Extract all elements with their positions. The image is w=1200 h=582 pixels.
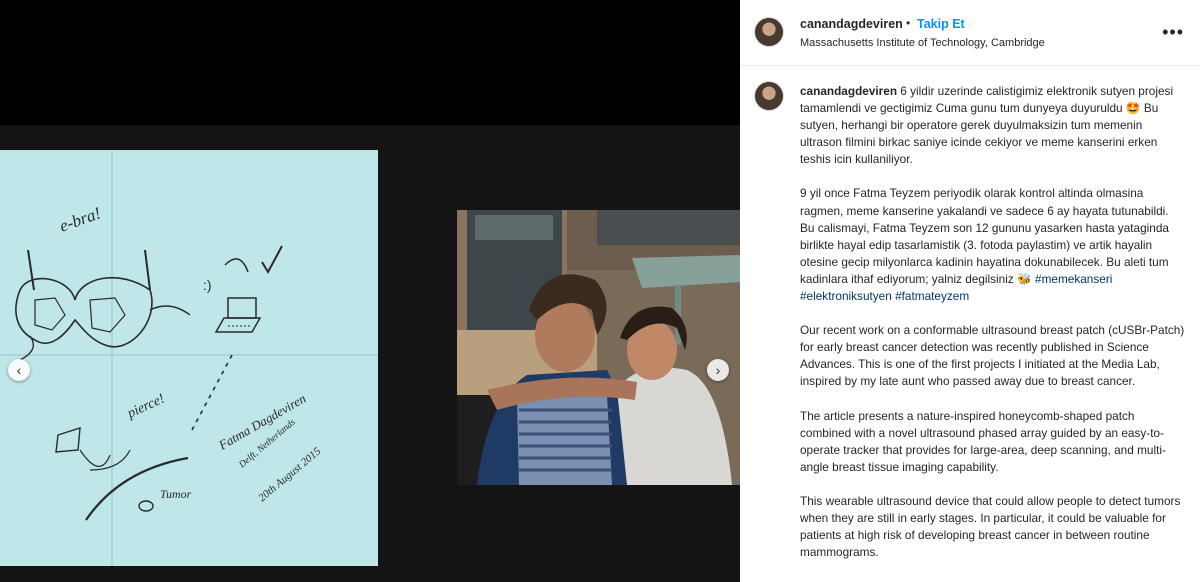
pierce-label: pierce! — [124, 391, 167, 422]
caption-paragraph-en-2: The article presents a nature-inspired h… — [800, 408, 1166, 474]
hashtag-link[interactable]: #fatmateyzem — [895, 289, 969, 303]
photo-scene — [457, 210, 740, 485]
separator-dot: • — [906, 16, 911, 30]
caption-paragraph-en-3: This wearable ultrasound device that cou… — [800, 493, 1181, 560]
follow-button[interactable]: Takip Et — [917, 17, 965, 31]
portrait-photo — [457, 210, 740, 485]
post-sidebar: canandagdeviren • Takip Et Massachusetts… — [740, 0, 1200, 582]
signature-date: 20th August 2015 — [256, 445, 323, 504]
caption-avatar[interactable] — [754, 81, 784, 111]
location-link[interactable]: Massachusetts Institute of Technology, C… — [800, 37, 1045, 49]
caption-text-2: 9 yil once Fatma Teyzem periyodik olarak… — [800, 186, 1169, 286]
sketch-image: e-bra! :) pierce! Tumor Fatma Dagdeviren… — [0, 150, 378, 566]
hashtag-link[interactable]: #elektroniksutyen — [800, 289, 892, 303]
ebra-label: e-bra! — [57, 203, 103, 235]
caption-paragraph-en-1: Our recent work on a conformable ultraso… — [800, 323, 1185, 389]
author-username[interactable]: canandagdeviren — [800, 17, 903, 31]
caption-paragraph-tr-1: canandagdeviren 6 yildir uzerinde calist… — [800, 83, 1186, 168]
tumor-label: Tumor — [160, 487, 192, 501]
more-options-icon[interactable]: ••• — [1162, 22, 1184, 43]
sketch-drawing: e-bra! :) pierce! Tumor Fatma Dagdeviren… — [0, 150, 378, 566]
smile-doodle: :) — [203, 277, 212, 293]
avatar[interactable] — [754, 17, 784, 47]
hashtag-link[interactable]: #memekanseri — [1035, 272, 1112, 286]
caption-username[interactable]: canandagdeviren — [800, 84, 897, 98]
carousel-prev-button[interactable]: ‹ — [8, 359, 30, 381]
post-media: e-bra! :) pierce! Tumor Fatma Dagdeviren… — [0, 0, 740, 582]
chevron-left-icon: ‹ — [16, 362, 22, 378]
post-header: canandagdeviren • Takip Et Massachusetts… — [740, 0, 1200, 66]
carousel-next-button[interactable]: › — [707, 359, 729, 381]
chevron-right-icon: › — [715, 362, 721, 378]
post-caption: canandagdeviren 6 yildir uzerinde calist… — [800, 83, 1186, 578]
caption-paragraph-tr-2: 9 yil once Fatma Teyzem periyodik olarak… — [800, 185, 1186, 305]
